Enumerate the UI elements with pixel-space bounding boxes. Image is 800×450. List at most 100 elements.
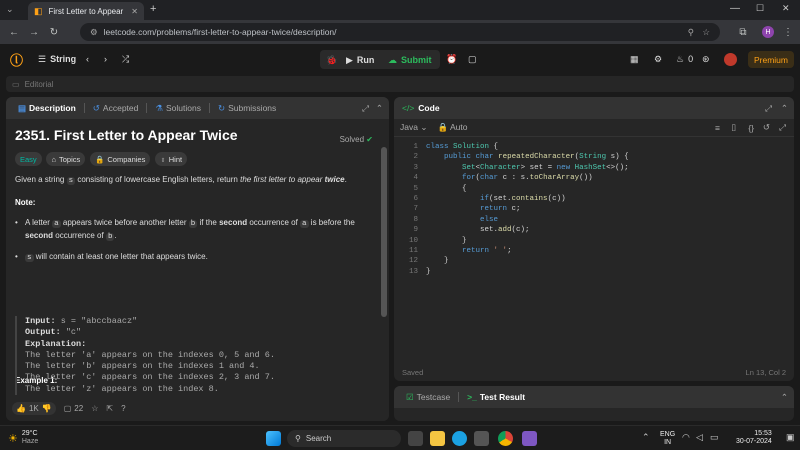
ex-input-label: Input: <box>25 316 56 326</box>
braces-icon[interactable]: {} <box>748 123 754 133</box>
maximize-icon[interactable]: ☐ <box>756 3 764 14</box>
premium-button[interactable]: Premium <box>748 51 794 68</box>
tab-testcase[interactable]: ☑ Testcase <box>402 392 454 403</box>
task-view-icon[interactable] <box>408 431 423 446</box>
b1-g: second <box>25 231 54 240</box>
streak-button[interactable]: ♨ 0 <box>676 50 693 68</box>
profile-avatar[interactable]: H <box>760 24 776 40</box>
submit-button[interactable]: ☁ Submit <box>388 51 432 69</box>
taskbar-search[interactable]: ⚲ Search <box>287 430 401 447</box>
weather-widget[interactable]: ☀ 29°C Haze <box>8 430 38 446</box>
premium-label: Premium <box>753 54 788 65</box>
collapse-icon[interactable]: ⌃ <box>376 103 383 114</box>
comment-icon: ▢ <box>63 403 72 413</box>
notification-icon[interactable]: ▣ <box>786 432 795 443</box>
tab-test-result[interactable]: >_ Test Result <box>463 392 529 402</box>
language-indicator[interactable]: ENG IN <box>660 431 675 447</box>
thumb-down-icon[interactable]: 👎 <box>42 404 52 413</box>
windows-start-icon[interactable] <box>266 431 281 446</box>
tab-accepted[interactable]: ↺ Accepted <box>89 103 143 114</box>
favorite-star-icon[interactable]: ☆ <box>91 404 98 413</box>
user-avatar[interactable] <box>724 50 737 68</box>
timer-icon[interactable]: ⏰ <box>446 50 457 68</box>
b1-v2: b <box>188 220 198 228</box>
fullscreen-icon[interactable]: ⤢ <box>779 122 786 133</box>
bookmark-icon[interactable]: ▯ <box>731 122 736 133</box>
auto-toggle[interactable]: 🔒 Auto <box>437 122 467 133</box>
code-editor[interactable]: class Solution { public char repeatedCha… <box>426 142 629 277</box>
clock[interactable]: 15:53 30-07-2024 <box>736 430 772 446</box>
expand-code-icon[interactable]: ⤢ <box>765 103 772 114</box>
book-icon: ▭ <box>12 79 20 89</box>
reload-icon[interactable]: ↻ <box>46 24 62 40</box>
date: 30-07-2024 <box>736 438 772 445</box>
expand-icon[interactable]: ⤢ <box>362 103 369 114</box>
forward-icon[interactable]: → <box>26 24 42 40</box>
solved-label: Solved <box>339 135 365 144</box>
zoom-icon[interactable]: ⚲ <box>688 27 694 38</box>
battery-icon[interactable]: ▭ <box>710 432 719 443</box>
reset-icon[interactable]: ↺ <box>763 122 770 133</box>
code-status-bar: Saved Ln 13, Col 2 <box>394 363 794 381</box>
volume-icon[interactable]: ◁ <box>696 432 703 443</box>
tab-description[interactable]: ▤ Description <box>14 103 80 114</box>
language-select[interactable]: Java ⌄ <box>400 122 427 133</box>
line-number: 9 <box>413 226 418 235</box>
description-panel: ▤ Description ↺ Accepted ⚗ Solutions ↻ Submi… <box>6 97 389 421</box>
close-window-icon[interactable]: ✕ <box>782 3 790 14</box>
settings-icon[interactable]: ⚙ <box>654 50 662 68</box>
comments-button[interactable]: ▢ 22 <box>64 404 83 413</box>
language-label: Java <box>400 122 418 132</box>
comment-count: 22 <box>74 403 84 413</box>
url-field[interactable]: ⚙ leetcode.com/problems/first-letter-to-… <box>80 23 720 41</box>
wifi-icon[interactable]: ◠ <box>682 432 690 443</box>
chrome-icon[interactable] <box>498 431 513 446</box>
expand-test-icon[interactable]: ⌃ <box>781 392 788 403</box>
problem-list-button[interactable]: ☰ String <box>38 50 76 68</box>
tab-search-icon[interactable]: ⌄ <box>6 4 20 16</box>
leetcoin-icon[interactable]: ⊛ <box>702 50 710 68</box>
run-submit-group: 🐞 ▶ Run ☁ Submit <box>320 50 440 69</box>
lock-icon: 🔒 <box>95 154 105 164</box>
back-icon[interactable]: ← <box>6 24 22 40</box>
code-icon: </> <box>402 103 415 113</box>
description-scrollbar[interactable] <box>381 147 387 317</box>
leetcode-logo-icon[interactable]: ⓛ <box>10 50 23 68</box>
topics-chip[interactable]: ⌂ Topics <box>46 152 86 166</box>
editorial-bar[interactable]: ▭ Editorial <box>6 76 794 92</box>
site-info-icon[interactable]: ⚙ <box>90 27 98 38</box>
run-button[interactable]: ▶ Run <box>346 51 374 69</box>
tray-chevron-icon[interactable]: ⌃ <box>642 432 650 443</box>
debug-icon[interactable]: 🐞 <box>326 51 337 69</box>
help-icon[interactable]: ? <box>121 404 125 413</box>
minimize-icon[interactable]: — <box>730 3 740 14</box>
app-icon[interactable] <box>522 431 537 446</box>
companies-chip[interactable]: 🔒 Companies <box>90 152 151 166</box>
close-tab-icon[interactable]: ✕ <box>131 7 138 16</box>
extensions-icon[interactable]: ⧉ <box>735 24 751 40</box>
b1-v1: a <box>52 220 61 228</box>
edge-icon[interactable] <box>452 431 467 446</box>
store-icon[interactable] <box>474 431 489 446</box>
tab-solutions[interactable]: ⚗ Solutions <box>151 103 205 114</box>
flask-icon: ⚗ <box>155 102 163 113</box>
file-explorer-icon[interactable] <box>430 431 445 446</box>
collapse-code-icon[interactable]: ⌃ <box>781 103 788 114</box>
bookmark-star-icon[interactable]: ☆ <box>702 27 710 38</box>
format-icon[interactable]: ≡ <box>715 123 720 133</box>
share-icon[interactable]: ⇱ <box>106 404 113 413</box>
layout-icon[interactable]: ▦ <box>630 50 639 68</box>
new-tab-icon[interactable]: + <box>150 3 156 15</box>
prev-problem-icon[interactable]: ‹ <box>86 50 89 68</box>
like-button[interactable]: 👍 1K 👎 <box>12 401 56 415</box>
shuffle-icon[interactable]: ⤮ <box>122 50 129 68</box>
menu-icon[interactable]: ⋮ <box>780 24 796 40</box>
line-number: 2 <box>413 153 418 162</box>
hint-chip[interactable]: ♁ Hint <box>155 152 188 166</box>
ex-line: The letter 'a' appears on the indexes 0,… <box>25 349 275 360</box>
notes-icon[interactable]: ▢ <box>468 50 477 68</box>
next-problem-icon[interactable]: › <box>104 50 107 68</box>
tab-solutions-label: Solutions <box>166 103 201 113</box>
browser-tab[interactable]: ◧ First Letter to Appear Twice - L ✕ <box>28 2 144 20</box>
tab-submissions[interactable]: ↻ Submissions <box>214 103 280 114</box>
